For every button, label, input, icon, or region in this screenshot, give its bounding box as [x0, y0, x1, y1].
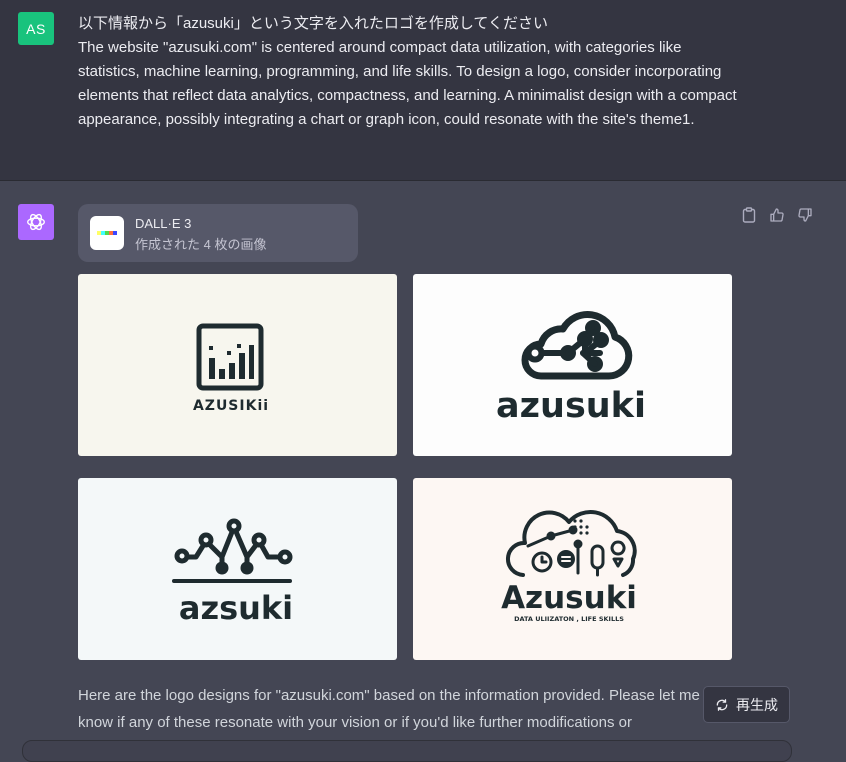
user-message-line-1: 以下情報から「azusuki」という文字を入れたロゴを作成してください: [78, 15, 548, 32]
generated-image-4[interactable]: Azusuki DATA ULIIZATON , LIFE SKILLS: [413, 478, 732, 660]
cloud-network-icon: [521, 310, 633, 380]
generated-image-1[interactable]: AZUSIKii: [78, 274, 397, 456]
logo-text-3: azsuki: [179, 589, 293, 627]
dalle-tool-title: DALL·E 3: [135, 216, 192, 231]
assistant-reply-body: Here are the logo designs for "azusuki.c…: [78, 687, 700, 731]
generated-image-2[interactable]: azusuki: [413, 274, 732, 456]
logo-text-4: Azusuki: [501, 580, 637, 616]
logo-text-1: AZUSIKii: [193, 398, 269, 414]
regenerate-label: 再生成: [736, 696, 778, 713]
user-message: 以下情報から「azusuki」という文字を入れたロゴを作成してください The …: [78, 12, 738, 132]
logo-tagline-4: DATA ULIIZATON , LIFE SKILLS: [514, 615, 624, 623]
regenerate-button[interactable]: 再生成: [703, 686, 790, 723]
openai-logo-icon: [18, 204, 54, 240]
message-actions: [740, 206, 814, 224]
clipboard-icon[interactable]: [740, 206, 758, 224]
thumbs-up-icon[interactable]: [768, 206, 786, 224]
user-message-block: AS 以下情報から「azusuki」という文字を入れたロゴを作成してください T…: [0, 0, 846, 181]
dalle-tool-card[interactable]: DALL·E 3 作成された 4 枚の画像: [78, 204, 358, 262]
dalle-icon: [90, 216, 124, 250]
crown-network-icon: [172, 518, 293, 583]
dalle-tool-subtitle: 作成された 4 枚の画像: [135, 237, 267, 252]
generated-image-3[interactable]: azsuki: [78, 478, 397, 660]
user-message-line-2: The website "azusuki.com" is centered ar…: [78, 39, 737, 128]
logo-text-2: azusuki: [496, 386, 646, 426]
user-avatar: AS: [18, 12, 54, 45]
message-input-box[interactable]: [22, 740, 792, 762]
assistant-reply-text: Here are the logo designs for "azusuki.c…: [78, 682, 718, 736]
bar-chart-icon: [196, 323, 264, 391]
thumbs-down-icon[interactable]: [796, 206, 814, 224]
refresh-icon: [716, 698, 728, 711]
cloud-data-icon: [506, 509, 637, 577]
